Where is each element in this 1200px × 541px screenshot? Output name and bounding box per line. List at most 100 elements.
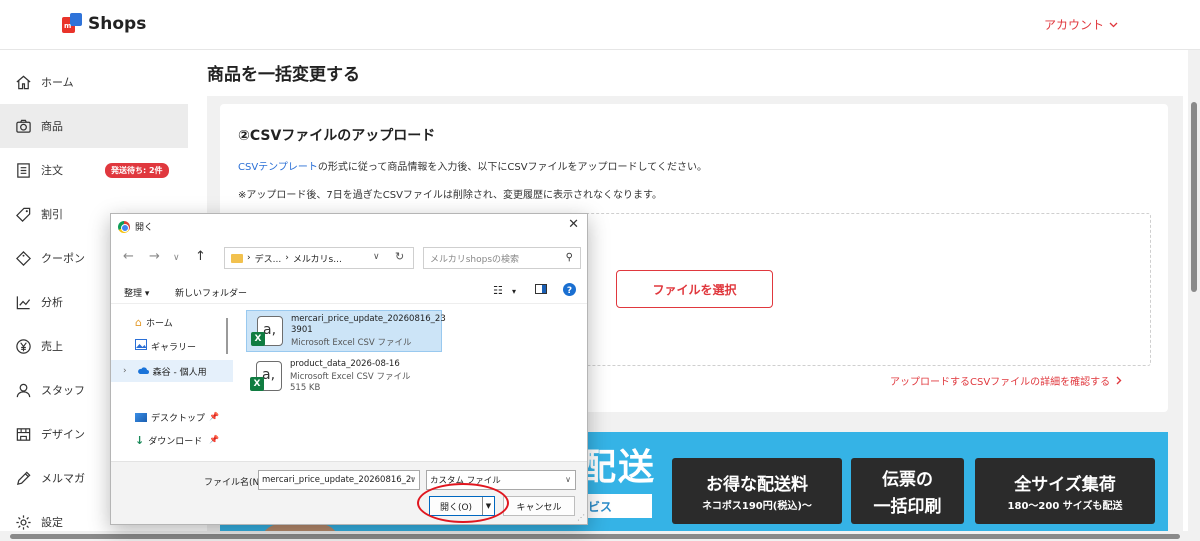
resize-grip-icon[interactable]: ⋰ (577, 513, 585, 522)
home-icon: ⌂ (135, 316, 142, 329)
new-folder-button[interactable]: 新しいフォルダー (175, 286, 247, 299)
organize-label: 整理 (124, 289, 143, 299)
cloud-icon (137, 366, 149, 377)
csv-detail-link[interactable]: アップロードするCSVファイルの詳細を確認する (890, 373, 1122, 388)
filetype-select[interactable]: カスタム ファイル ∨ (426, 470, 576, 490)
sidebar-item-label: 分析 (41, 296, 63, 309)
sidebar-item-home[interactable]: ホーム (0, 60, 188, 104)
sidebar-item-label: 売上 (41, 340, 63, 353)
dialog-navigation-pane: ⌂ ホーム ギャラリー › 森谷 - 個人用 デスクトップ 📌 ↓ ダウンロード… (111, 306, 233, 461)
file-type: Microsoft Excel CSV ファイル (291, 338, 412, 348)
banner-heading: 配送 (580, 447, 657, 488)
view-options-icon[interactable]: ☷ (493, 284, 503, 297)
banner-box-label-print: 伝票の 一括印刷 (851, 458, 964, 524)
horizontal-scroll-thumb[interactable] (10, 534, 1180, 539)
view-dropdown-icon[interactable]: ▾ (512, 287, 516, 296)
dialog-toolbar: 整理 ▾ 新しいフォルダー ☷ ▾ ? (111, 278, 587, 304)
file-item-product-data[interactable]: a, X product_data_2026-08-16 Microsoft Ex… (246, 356, 442, 398)
excel-csv-file-icon: a, X (250, 359, 282, 393)
gallery-icon (135, 339, 147, 353)
nav-home[interactable]: ⌂ ホーム (135, 316, 173, 329)
dialog-file-list: a, X mercari_price_update_20260816_23 390… (236, 306, 587, 461)
pin-icon[interactable]: 📌 (209, 435, 219, 444)
upload-section-title: ②CSVファイルのアップロード (238, 128, 436, 144)
path-separator-icon: › (285, 253, 289, 263)
file-name: mercari_price_update_20260816_23 (291, 314, 446, 324)
filename-label: ファイル名(N): (204, 478, 266, 488)
preview-pane-icon[interactable] (535, 284, 547, 297)
nav-desktop-label: デスクトップ (151, 414, 206, 424)
organize-button[interactable]: 整理 ▾ (124, 286, 149, 299)
banner-box-subtitle: ネコポス190円(税込)〜 (702, 501, 812, 512)
cancel-button[interactable]: キャンセル (503, 496, 575, 516)
forward-arrow-icon[interactable]: → (149, 249, 160, 264)
select-file-button[interactable]: ファイルを選択 (616, 270, 773, 308)
expand-chevron-icon: › (123, 366, 127, 376)
store-icon (14, 425, 32, 443)
pin-icon[interactable]: 📌 (209, 412, 219, 421)
nav-desktop[interactable]: デスクトップ (135, 411, 205, 424)
sidebar-item-products[interactable]: 商品 (0, 104, 188, 148)
sidebar-item-label: スタッフ (41, 384, 85, 397)
nav-downloads-label: ダウンロード (148, 437, 203, 447)
svg-text:?: ? (567, 286, 572, 296)
file-type: Microsoft Excel CSV ファイル (290, 372, 411, 382)
search-input[interactable]: メルカリshopsの検索 ⚲ (423, 247, 581, 269)
open-button[interactable]: 開く(O) ▼ (429, 496, 495, 516)
logo-text: Shops (88, 14, 147, 34)
path-segment-mercari[interactable]: メルカリs... (293, 252, 342, 265)
nav-gallery[interactable]: ギャラリー (135, 339, 196, 353)
chrome-icon (118, 220, 130, 233)
nav-onedrive[interactable]: › 森谷 - 個人用 (111, 360, 233, 382)
order-list-icon (14, 161, 32, 179)
nav-gallery-label: ギャラリー (151, 342, 197, 353)
shops-logo[interactable]: m Shops (62, 13, 146, 35)
nav-downloads[interactable]: ↓ ダウンロード (135, 434, 202, 447)
banner-box-title: 全サイズ集荷 (1014, 475, 1116, 495)
sidebar-item-label: 注文 (41, 164, 63, 177)
logo-icon: m (62, 13, 82, 35)
refresh-icon[interactable]: ↻ (395, 250, 404, 263)
banner-box-subtitle: 一括印刷 (873, 497, 942, 517)
nav-onedrive-label: 森谷 - 個人用 (152, 367, 207, 378)
file-item-price-update[interactable]: a, X mercari_price_update_20260816_23 390… (246, 310, 446, 352)
path-segment-desktop[interactable]: デス... (255, 252, 282, 265)
search-icon: ⚲ (565, 252, 573, 263)
csv-detail-link-label: アップロードするCSVファイルの詳細を確認する (890, 377, 1111, 388)
camera-icon (14, 117, 32, 135)
vertical-scroll-thumb[interactable] (1191, 102, 1197, 292)
account-menu[interactable]: アカウント (1044, 16, 1118, 33)
dialog-close-button[interactable]: ✕ (568, 217, 579, 232)
recent-chevron-icon[interactable]: ∨ (173, 253, 180, 263)
person-icon (14, 381, 32, 399)
home-icon (14, 73, 32, 91)
banner-box-pickup: 全サイズ集荷 180〜200 サイズも配送 (975, 458, 1155, 524)
back-arrow-icon[interactable]: ← (123, 249, 134, 264)
download-icon: ↓ (135, 434, 145, 447)
search-placeholder: メルカリshopsの検索 (430, 254, 520, 265)
sidebar-item-orders[interactable]: 注文 発送待ち: 2件 (0, 148, 188, 192)
dialog-nav-bar: ← → ∨ ↑ › デス... › メルカリs... ∨ ↻ メルカリshops… (111, 244, 587, 274)
filename-dropdown-icon[interactable]: ∨ (410, 475, 416, 484)
pane-splitter[interactable] (226, 318, 228, 354)
address-bar[interactable]: › デス... › メルカリs... ∨ ↻ (224, 247, 414, 269)
chart-icon (14, 293, 32, 311)
dialog-title: 開く (135, 223, 154, 233)
chevron-down-icon (1109, 22, 1118, 27)
horizontal-scrollbar[interactable] (0, 531, 1188, 541)
pending-shipment-badge: 発送待ち: 2件 (105, 163, 169, 178)
folder-icon (231, 253, 243, 263)
desktop-icon (135, 413, 147, 422)
up-arrow-icon[interactable]: ↑ (195, 249, 206, 264)
address-dropdown-icon[interactable]: ∨ (373, 252, 380, 262)
sidebar-item-label: 商品 (41, 120, 63, 133)
gear-icon (14, 513, 32, 531)
help-icon[interactable]: ? (563, 283, 576, 299)
coupon-icon (14, 249, 32, 267)
filename-input[interactable]: mercari_price_update_20260816_2: ∨ (258, 470, 420, 490)
file-open-dialog: 開く ✕ ← → ∨ ↑ › デス... › メルカリs... ∨ ↻ メルカリ… (110, 213, 588, 525)
csv-template-link[interactable]: CSVテンプレート (238, 162, 318, 173)
pen-icon (14, 469, 32, 487)
vertical-scrollbar[interactable] (1188, 50, 1200, 541)
open-dropdown-icon[interactable]: ▼ (482, 497, 494, 515)
